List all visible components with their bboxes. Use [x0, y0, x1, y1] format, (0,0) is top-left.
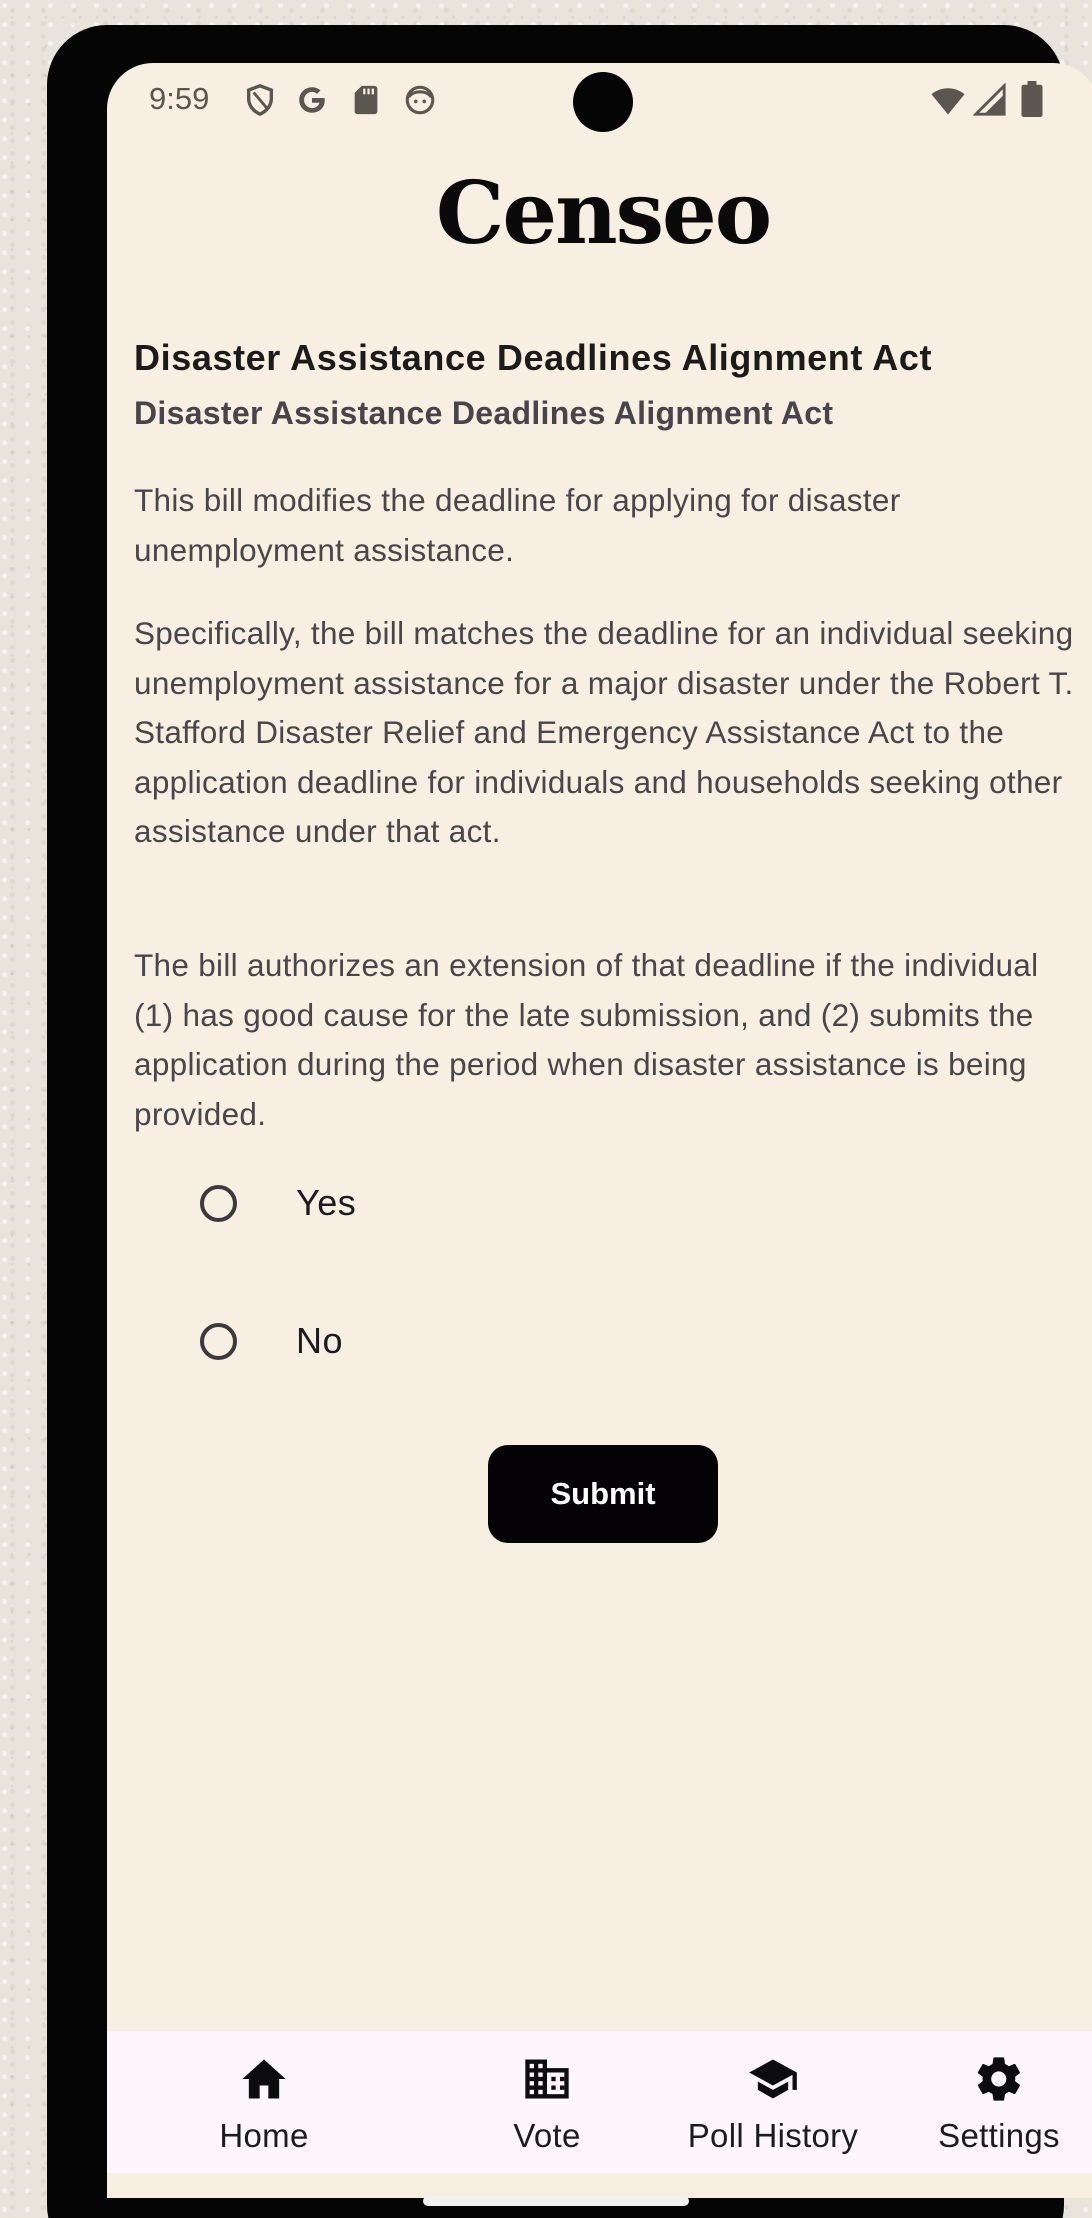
- face-icon: [405, 85, 435, 115]
- vote-option-label: Yes: [296, 1182, 357, 1223]
- home-indicator[interactable]: [423, 2196, 689, 2206]
- google-icon: [299, 87, 325, 113]
- home-icon: [242, 2059, 286, 2099]
- bill-summary-paragraph: The bill authorizes an extension of that…: [134, 947, 1039, 1132]
- radio-button-icon[interactable]: [200, 1323, 237, 1360]
- vote-option-no[interactable]: No: [197, 1306, 797, 1386]
- gear-icon: [977, 2057, 1020, 2101]
- front-camera: [573, 72, 633, 132]
- signal-icon: [973, 83, 1006, 116]
- submit-button[interactable]: Submit: [488, 1445, 718, 1543]
- bill-summary-paragraph: Specifically, the bill matches the deadl…: [134, 615, 1074, 849]
- building-icon: [525, 2059, 569, 2099]
- graduation-cap-icon: [749, 2059, 797, 2099]
- bill-subtitle: Disaster Assistance Deadlines Alignment …: [134, 395, 834, 431]
- radio-button-icon[interactable]: [200, 1185, 237, 1222]
- vote-option-label: No: [296, 1320, 344, 1361]
- nav-label: Vote: [513, 2117, 581, 2154]
- vote-option-yes[interactable]: Yes: [197, 1168, 797, 1248]
- status-time: 9:59: [149, 81, 210, 116]
- bill-summary-paragraph: This bill modifies the deadline for appl…: [134, 482, 901, 568]
- nav-label: Settings: [938, 2117, 1060, 2154]
- nav-item-poll-history[interactable]: Poll History: [663, 2031, 883, 2173]
- sd-card-icon: [354, 85, 378, 115]
- bill-title: Disaster Assistance Deadlines Alignment …: [134, 337, 933, 378]
- app-title: Censeo: [435, 163, 772, 264]
- nav-item-settings[interactable]: Settings: [889, 2031, 1092, 2173]
- nav-label: Home: [219, 2117, 309, 2154]
- shield-icon: [246, 84, 274, 117]
- nav-item-home[interactable]: Home: [154, 2031, 374, 2173]
- battery-icon: [1021, 81, 1043, 117]
- phone-frame: 9:59 Censeo Disaster Assistance Deadline…: [47, 25, 1092, 2218]
- app-screen: 9:59 Censeo Disaster Assistance Deadline…: [107, 63, 1092, 2198]
- nav-label: Poll History: [687, 2117, 859, 2154]
- wifi-icon: [931, 88, 965, 115]
- bottom-navigation: Home Vote Poll History Settings: [107, 2031, 1092, 2173]
- nav-item-vote[interactable]: Vote: [437, 2031, 657, 2173]
